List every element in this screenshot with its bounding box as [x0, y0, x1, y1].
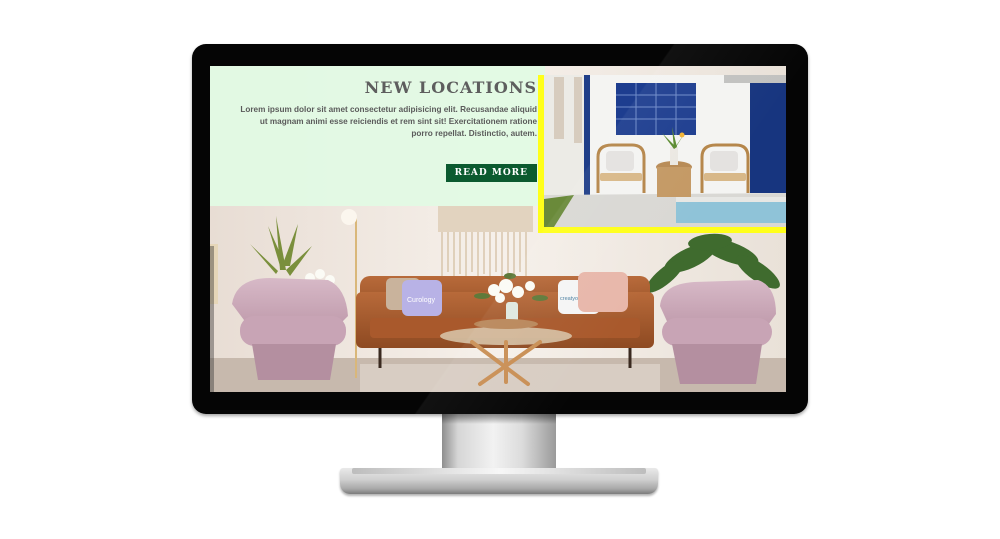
hero-panel: NEW LOCATIONS Lorem ipsum dolor sit amet… [210, 66, 545, 206]
patio-photo-frame [538, 75, 786, 233]
stand-base-highlight [352, 468, 646, 474]
page-title: NEW LOCATIONS [364, 78, 537, 97]
stand-shadow [442, 414, 556, 424]
monitor-screen: Curology creatyourskin NEW LOCATIONS Lor… [210, 66, 786, 392]
cushion-left-text: Curology [407, 297, 436, 304]
read-more-button[interactable]: READ MORE [445, 164, 537, 182]
hero-description: Lorem ipsum dolor sit amet consectetur a… [240, 105, 537, 138]
patio-photo [544, 75, 786, 227]
